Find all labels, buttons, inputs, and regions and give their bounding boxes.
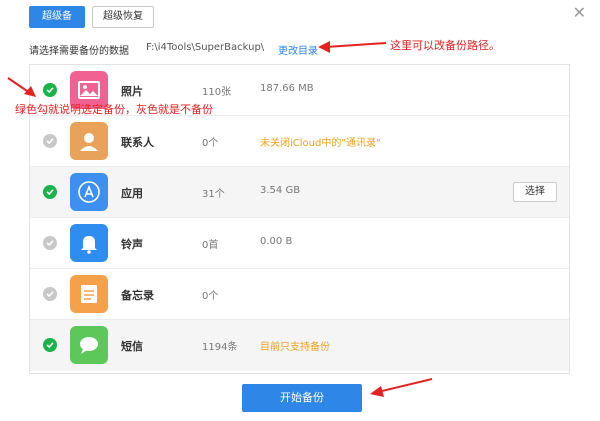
arrow-to-path <box>318 41 387 53</box>
annotation-arrows <box>7 41 433 397</box>
arrow-to-checkbox <box>7 77 36 97</box>
annotation-path-note: 这里可以改备份路径。 <box>390 39 500 52</box>
arrow-to-start <box>370 378 433 397</box>
annotation-check-note: 绿色勾就说明选定备份，灰色就是不备份 <box>15 103 213 116</box>
